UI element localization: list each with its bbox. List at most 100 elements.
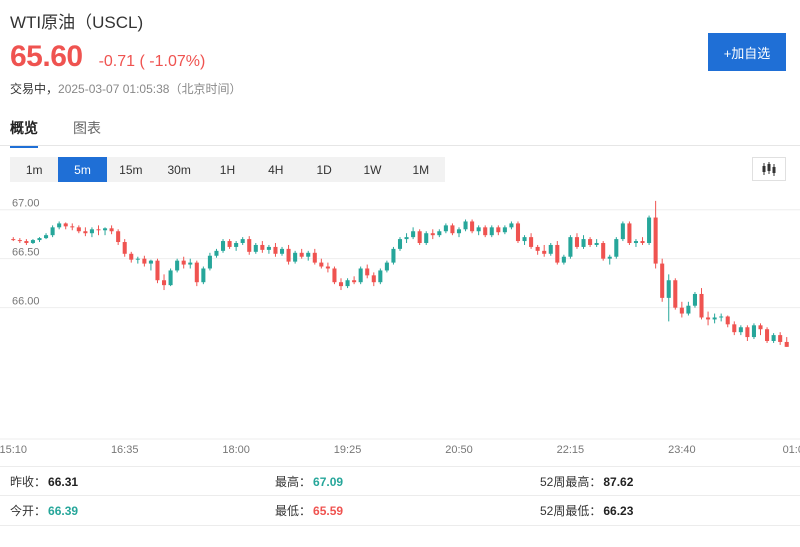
- candle: [338, 278, 344, 291]
- candle: [220, 239, 226, 253]
- candle: [483, 225, 488, 238]
- candle-body: [247, 239, 252, 252]
- candle-body: [306, 252, 311, 257]
- candle: [679, 301, 684, 318]
- candle-body: [732, 324, 737, 333]
- candle: [529, 233, 534, 249]
- x-tick-label: 19:25: [334, 444, 362, 456]
- candle-body: [719, 316, 724, 318]
- x-tick-label: 22:15: [557, 444, 585, 456]
- candle-body: [325, 266, 330, 269]
- candle-body: [234, 243, 239, 247]
- candle: [417, 229, 422, 245]
- tab-chart[interactable]: 图表: [73, 118, 101, 148]
- candle: [266, 244, 271, 254]
- candle-body: [37, 238, 42, 241]
- candle: [70, 223, 75, 231]
- candlestick-icon: [762, 162, 776, 176]
- candle-body: [620, 223, 625, 240]
- candle: [96, 225, 101, 236]
- interval-1h[interactable]: 1H: [203, 157, 251, 182]
- y-tick-label: 66.50: [12, 247, 40, 259]
- candle: [437, 229, 442, 238]
- tab-overview[interactable]: 概览: [10, 118, 38, 148]
- candle: [601, 241, 606, 261]
- candle-body: [424, 233, 429, 244]
- candle-body: [535, 246, 540, 251]
- x-tick-label: 18:00: [222, 444, 250, 456]
- candle: [162, 274, 167, 291]
- candle: [509, 221, 514, 230]
- candle: [784, 337, 789, 347]
- candle-body: [581, 239, 586, 247]
- candle-body: [771, 335, 776, 341]
- candle-body: [293, 252, 298, 262]
- interval-15m[interactable]: 15m: [107, 157, 155, 182]
- add-watchlist-button[interactable]: +加自选: [708, 33, 786, 71]
- candle: [188, 258, 193, 269]
- candle: [745, 325, 750, 341]
- candle: [535, 244, 540, 255]
- candle: [122, 239, 127, 257]
- candle-body: [83, 231, 88, 234]
- interval-30m[interactable]: 30m: [155, 157, 203, 182]
- last-price: 65.60: [10, 40, 83, 73]
- candle-body: [784, 341, 789, 347]
- candle-body: [365, 268, 370, 276]
- x-tick-label: 15:10: [0, 444, 27, 456]
- candle-body: [181, 260, 186, 265]
- candle-body: [640, 241, 645, 244]
- candle: [673, 278, 678, 310]
- candle-body: [135, 258, 140, 260]
- candle: [686, 301, 691, 316]
- interval-4h[interactable]: 4H: [252, 157, 300, 182]
- candle: [581, 235, 586, 249]
- candle: [522, 235, 527, 245]
- interval-5m[interactable]: 5m: [58, 157, 107, 182]
- candle: [293, 250, 298, 264]
- candle-body: [103, 228, 108, 231]
- candle-body: [712, 317, 717, 320]
- candle-body: [201, 268, 206, 283]
- price-chart[interactable]: 67.00 66.50 66.00 15:10 16:35 18:00 19:25 20:50…: [0, 195, 800, 457]
- candle: [496, 225, 501, 236]
- candle-body: [116, 231, 121, 243]
- candle-body: [509, 223, 514, 228]
- candle-body: [404, 237, 409, 240]
- candle-body: [529, 237, 534, 247]
- candle-body: [607, 256, 612, 259]
- interval-1m[interactable]: 1M: [397, 157, 445, 182]
- candle: [653, 200, 658, 269]
- candle-body: [751, 325, 756, 338]
- candle-body: [378, 270, 383, 283]
- candle: [175, 258, 180, 273]
- candle-body: [548, 244, 553, 254]
- candle: [633, 239, 638, 247]
- candle-body: [142, 258, 147, 264]
- candle: [397, 237, 403, 251]
- candle: [325, 262, 330, 273]
- candle-body: [148, 260, 153, 264]
- candle-body: [522, 237, 527, 242]
- chart-type-button[interactable]: [752, 157, 786, 181]
- candle: [312, 248, 317, 265]
- candle-body: [483, 227, 488, 236]
- candle: [299, 248, 304, 259]
- candle: [758, 323, 763, 336]
- interval-1w[interactable]: 1W: [348, 157, 396, 182]
- candle-body: [778, 335, 783, 342]
- candle-body: [44, 235, 49, 239]
- candle-body: [476, 227, 481, 232]
- candle: [240, 237, 245, 245]
- candle-body: [391, 248, 396, 263]
- candle: [148, 259, 153, 271]
- candle: [515, 221, 521, 244]
- candle-body: [588, 239, 593, 245]
- interval-1d[interactable]: 1D: [300, 157, 348, 182]
- stats-table: 昨收： 66.31 最高： 67.09 52周最高： 87.62 今开： 66.39 最…: [0, 466, 800, 526]
- candle-body: [89, 229, 94, 234]
- candle: [450, 223, 455, 236]
- candle: [155, 258, 160, 284]
- candle-body: [725, 316, 730, 325]
- interval-1m[interactable]: 1m: [10, 157, 58, 182]
